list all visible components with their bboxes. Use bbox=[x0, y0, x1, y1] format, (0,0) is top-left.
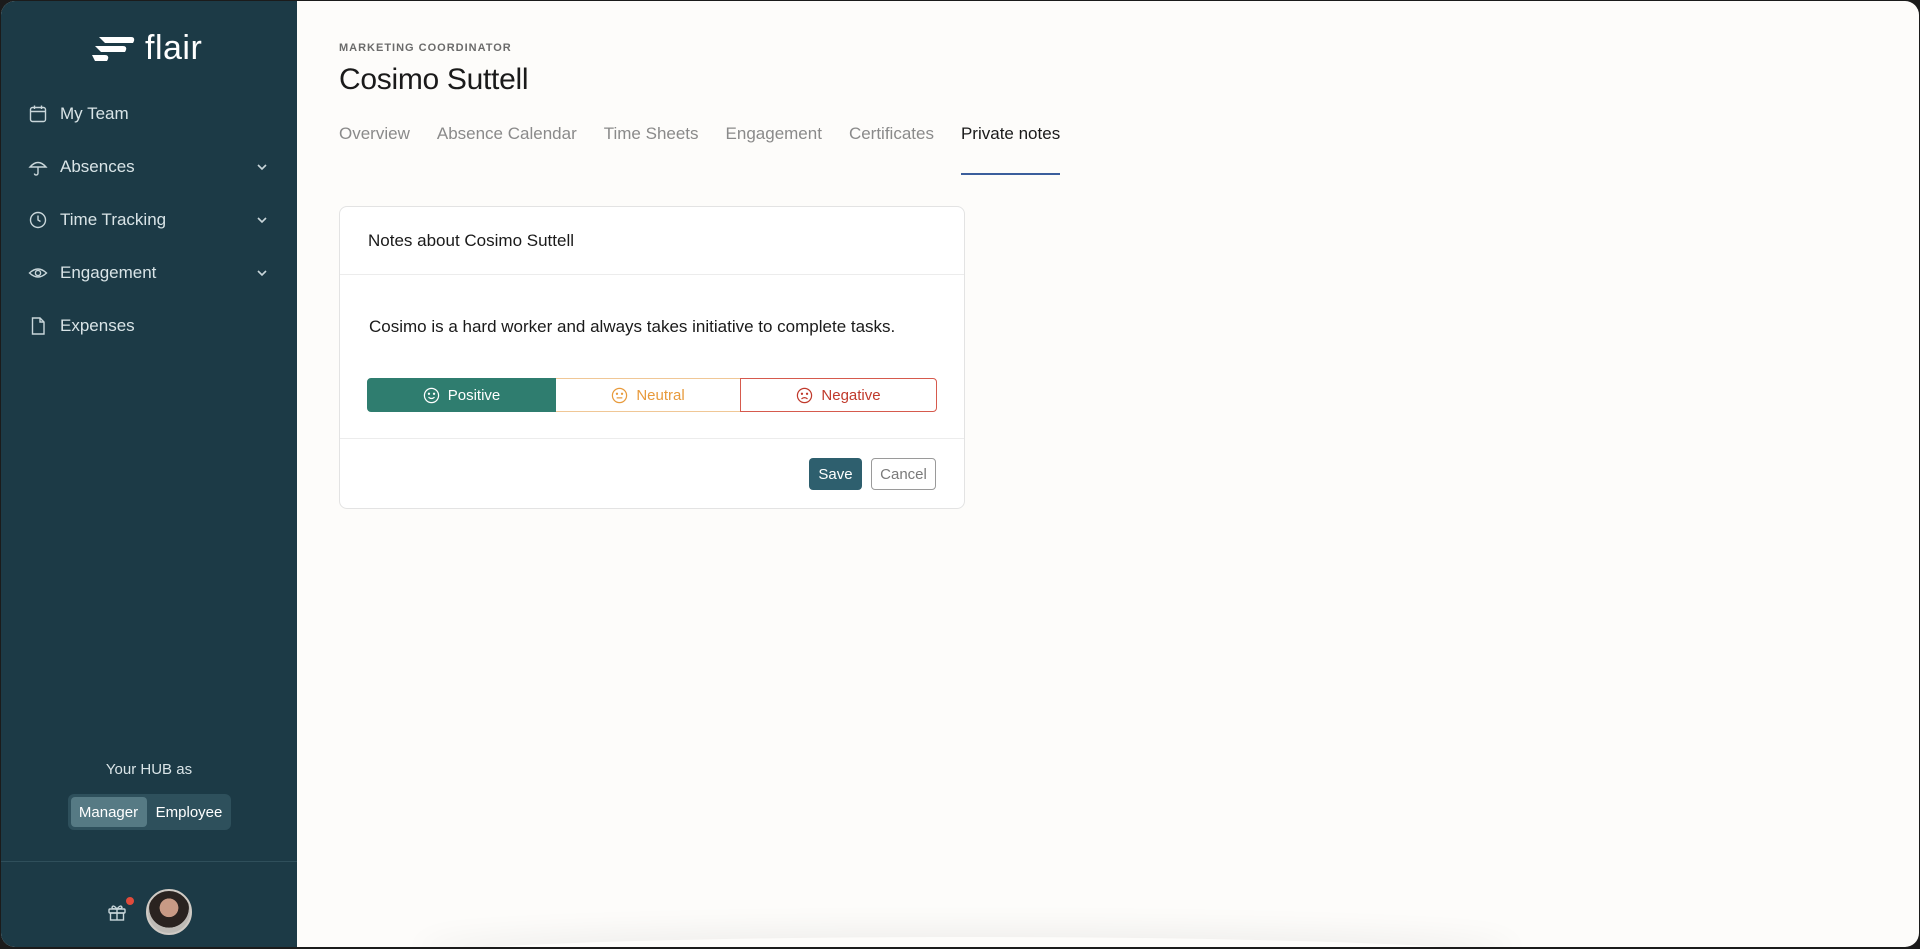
brand-name: flair bbox=[145, 29, 203, 67]
chevron-down-icon[interactable] bbox=[255, 160, 269, 174]
tab-certificates[interactable]: Certificates bbox=[849, 124, 934, 175]
document-icon bbox=[31, 316, 45, 335]
hub-switcher: Your HUB as Manager Employee bbox=[1, 761, 297, 830]
calendar-icon bbox=[29, 105, 47, 122]
hub-option-manager[interactable]: Manager bbox=[70, 797, 147, 827]
umbrella-icon bbox=[28, 161, 48, 176]
bottom-shadow bbox=[417, 937, 1517, 947]
user-avatar[interactable] bbox=[146, 889, 192, 935]
tab-time-sheets[interactable]: Time Sheets bbox=[604, 124, 699, 175]
notes-card-title: Notes about Cosimo Suttell bbox=[340, 207, 964, 275]
sidebar-item-label: Time Tracking bbox=[60, 209, 167, 229]
brand-logo[interactable]: flair bbox=[91, 29, 202, 68]
save-button[interactable]: Save bbox=[809, 458, 862, 490]
note-text[interactable]: Cosimo is a hard worker and always takes… bbox=[369, 317, 895, 337]
chevron-down-icon[interactable] bbox=[255, 213, 269, 227]
sad-face-icon bbox=[797, 387, 813, 403]
hub-label: Your HUB as bbox=[105, 761, 193, 778]
sidebar-footer bbox=[1, 889, 297, 935]
sentiment-selector: Positive Neutral Negative bbox=[367, 378, 937, 412]
sidebar-item-absences[interactable]: Absences bbox=[1, 140, 297, 193]
sidebar-item-label: Expenses bbox=[60, 315, 135, 335]
sentiment-positive-button[interactable]: Positive bbox=[367, 378, 556, 412]
flair-logo-icon bbox=[92, 36, 135, 61]
sidebar-item-engagement[interactable]: Engagement bbox=[1, 246, 297, 299]
gift-icon bbox=[108, 905, 126, 921]
gift-button[interactable] bbox=[106, 897, 134, 923]
tab-absence-calendar[interactable]: Absence Calendar bbox=[437, 124, 577, 175]
neutral-face-icon bbox=[612, 387, 628, 403]
sidebar-item-label: Absences bbox=[60, 156, 135, 176]
notes-card: Notes about Cosimo Suttell Cosimo is a h… bbox=[339, 206, 965, 509]
sidebar-item-label: My Team bbox=[60, 103, 129, 123]
notification-dot bbox=[126, 897, 134, 905]
profile-tabs: Overview Absence Calendar Time Sheets En… bbox=[339, 124, 1061, 175]
page-title: Cosimo Suttell bbox=[339, 63, 529, 96]
smile-icon bbox=[423, 387, 439, 403]
app-window: flair My Team Absences Time Tracking Eng… bbox=[1, 1, 1919, 947]
sidebar-divider bbox=[1, 861, 297, 862]
tab-engagement[interactable]: Engagement bbox=[726, 124, 822, 175]
tab-private-notes[interactable]: Private notes bbox=[960, 124, 1061, 175]
cancel-button[interactable]: Cancel bbox=[871, 458, 936, 490]
sentiment-neutral-label: Neutral bbox=[636, 386, 685, 404]
sentiment-positive-label: Positive bbox=[447, 386, 501, 404]
sentiment-neutral-button[interactable]: Neutral bbox=[556, 378, 740, 412]
notes-card-footer: Save Cancel bbox=[340, 438, 964, 508]
sidebar-item-label: Engagement bbox=[60, 262, 157, 282]
sidebar-item-my-team[interactable]: My Team bbox=[1, 87, 297, 140]
employee-role: MARKETING COORDINATOR bbox=[339, 42, 512, 54]
clock-icon bbox=[29, 211, 47, 228]
main-content: MARKETING COORDINATOR Cosimo Suttell Ove… bbox=[297, 1, 1919, 947]
sidebar-item-time-tracking[interactable]: Time Tracking bbox=[1, 193, 297, 246]
sentiment-negative-label: Negative bbox=[821, 386, 881, 404]
sidebar-item-expenses[interactable]: Expenses bbox=[1, 299, 297, 352]
hub-option-employee[interactable]: Employee bbox=[151, 797, 228, 827]
chevron-down-icon[interactable] bbox=[255, 266, 269, 280]
sentiment-negative-button[interactable]: Negative bbox=[740, 378, 937, 412]
sidebar-nav: My Team Absences Time Tracking Engagemen… bbox=[1, 87, 297, 352]
eye-icon bbox=[28, 267, 48, 278]
hub-toggle: Manager Employee bbox=[67, 794, 231, 830]
tab-overview[interactable]: Overview bbox=[339, 124, 410, 175]
sidebar: flair My Team Absences Time Tracking Eng… bbox=[1, 1, 297, 947]
